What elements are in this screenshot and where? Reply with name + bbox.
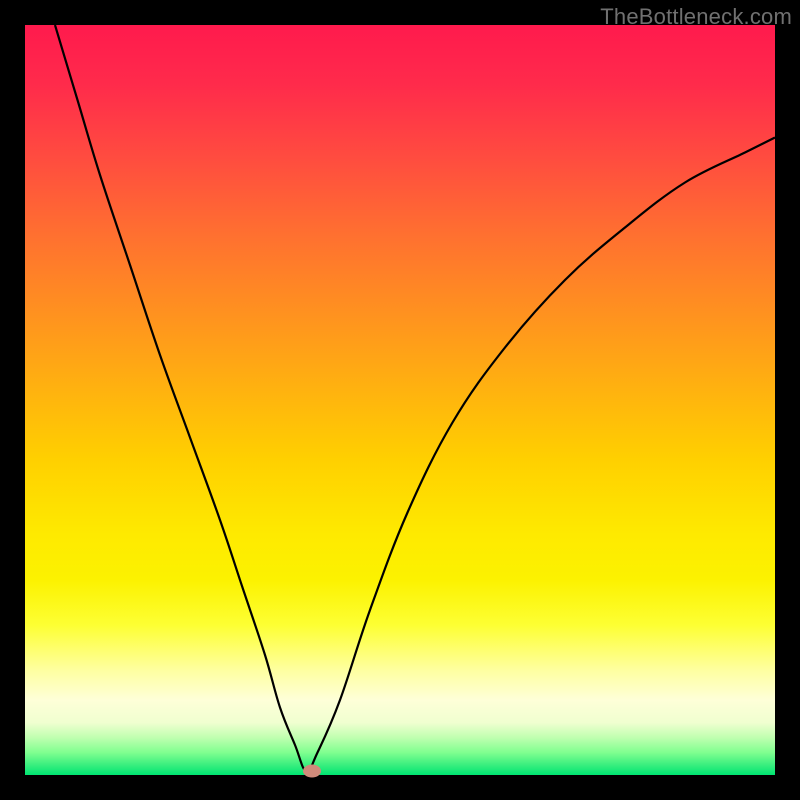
minimum-marker [303, 764, 321, 777]
gradient-plot-area [25, 25, 775, 775]
watermark-text: TheBottleneck.com [600, 4, 792, 30]
